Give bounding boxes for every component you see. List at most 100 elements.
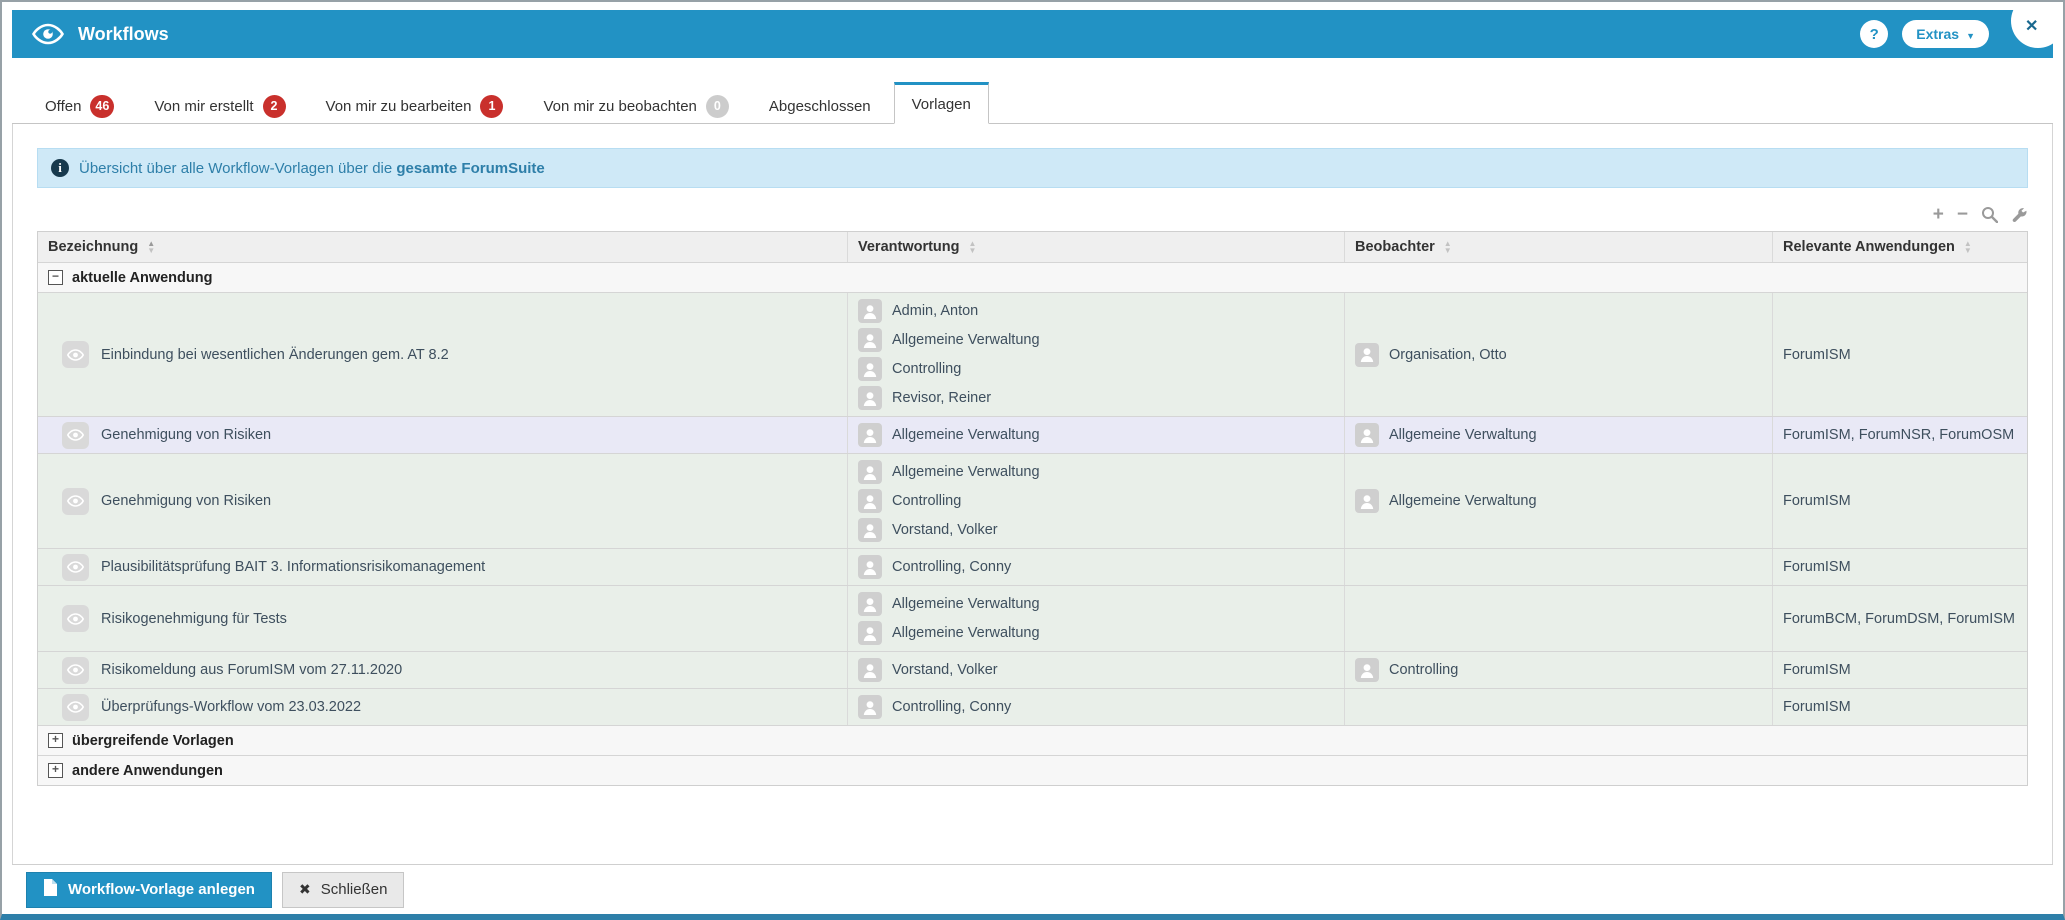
count-badge: 2 <box>262 94 286 118</box>
person-icon <box>1355 423 1379 447</box>
count-badge: 0 <box>705 94 729 118</box>
table-row[interactable]: Einbindung bei wesentlichen Änderungen g… <box>38 293 2027 417</box>
info-icon <box>51 159 69 177</box>
tab-bar: Offen 46 Von mir erstellt 2 Von mir zu b… <box>12 82 2053 124</box>
group-label: aktuelle Anwendung <box>72 269 213 286</box>
person-entry: Controlling, Conny <box>858 694 1334 720</box>
extras-button[interactable]: Extras <box>1902 20 1989 48</box>
person-icon <box>858 592 882 616</box>
relevant-apps: ForumISM <box>1783 662 1851 678</box>
plus-icon[interactable] <box>1933 206 1944 223</box>
expand-icon[interactable] <box>48 763 63 778</box>
column-header-bezeichnung[interactable]: Bezeichnung <box>38 232 848 262</box>
table-row[interactable]: Plausibilitätsprüfung BAIT 3. Informatio… <box>38 549 2027 586</box>
person-icon <box>858 555 882 579</box>
person-icon <box>858 695 882 719</box>
group-label: übergreifende Vorlagen <box>72 732 234 749</box>
group-row-andere-anwendungen[interactable]: andere Anwendungen <box>38 756 2027 785</box>
help-button[interactable]: ? <box>1860 20 1889 48</box>
person-icon <box>1355 342 1379 367</box>
tab-label: Von mir zu bearbeiten <box>325 97 472 115</box>
workflow-eye-icon <box>62 487 89 515</box>
workflow-eye-icon <box>62 656 89 684</box>
tab-content-panel: Übersicht über alle Workflow-Vorlagen üb… <box>12 124 2053 864</box>
close-dialog-button[interactable]: Schließen <box>281 871 405 908</box>
person-icon <box>858 460 882 484</box>
tab-offen[interactable]: Offen 46 <box>28 89 131 123</box>
sort-icon[interactable] <box>1964 240 1972 254</box>
collapse-icon[interactable] <box>48 270 63 285</box>
person-entry: Organisation, Otto <box>1355 342 1762 368</box>
person-entry: Allgemeine Verwaltung <box>858 459 1334 485</box>
close-icon <box>299 881 311 898</box>
person-entry: Allgemeine Verwaltung <box>858 327 1334 353</box>
person-icon <box>858 621 882 645</box>
tab-label: Von mir erstellt <box>154 97 254 115</box>
group-row-uebergreifende-vorlagen[interactable]: übergreifende Vorlagen <box>38 726 2027 756</box>
close-icon: ✕ <box>2025 18 2039 35</box>
table-row[interactable]: Risikomeldung aus ForumISM vom 27.11.202… <box>38 652 2027 689</box>
person-entry: Allgemeine Verwaltung <box>1355 488 1762 514</box>
workflow-eye-icon <box>62 605 89 632</box>
table-header-row: Bezeichnung Verantwortung Beobachter Rel… <box>38 232 2027 263</box>
table-row[interactable]: Risikogenehmigung für Tests Allgemeine V… <box>38 586 2027 652</box>
person-entry: Allgemeine Verwaltung <box>858 591 1334 617</box>
expand-icon[interactable] <box>48 733 63 748</box>
relevant-apps: ForumISM <box>1783 559 1851 575</box>
tab-vorlagen[interactable]: Vorlagen <box>893 82 989 124</box>
relevant-apps: ForumISM, ForumNSR, ForumOSM <box>1783 427 2015 443</box>
title-bar: Workflows ? Extras ✕ <box>12 2 2063 58</box>
workflow-title: Genehmigung von Risiken <box>101 493 272 509</box>
table-row[interactable]: Genehmigung von Risiken Allgemeine Verwa… <box>38 417 2027 454</box>
count-badge: 1 <box>480 94 504 118</box>
relevant-apps: ForumISM <box>1783 493 1851 509</box>
column-header-beobachter[interactable]: Beobachter <box>1345 232 1773 262</box>
person-entry: Allgemeine Verwaltung <box>1355 422 1762 448</box>
person-icon <box>858 518 882 542</box>
person-entry: Controlling <box>1355 657 1762 683</box>
table-row[interactable]: Genehmigung von Risiken Allgemeine Verwa… <box>38 454 2027 549</box>
tab-abgeschlossen[interactable]: Abgeschlossen <box>752 89 888 123</box>
tab-von-mir-erstellt[interactable]: Von mir erstellt 2 <box>137 89 302 123</box>
sort-icon[interactable] <box>969 240 977 254</box>
group-label: andere Anwendungen <box>72 762 223 779</box>
person-entry: Controlling <box>858 488 1334 514</box>
workflow-eye-icon <box>62 421 89 449</box>
minus-icon[interactable] <box>1957 206 1968 223</box>
wrench-icon[interactable] <box>2011 206 2028 223</box>
person-icon <box>858 423 882 447</box>
tab-von-mir-zu-beobachten[interactable]: Von mir zu beobachten 0 <box>526 89 745 123</box>
workflow-eye-icon <box>62 553 89 581</box>
page-title: Workflows <box>78 23 169 44</box>
column-header-verantwortung[interactable]: Verantwortung <box>848 232 1345 262</box>
titlebar-actions: ? Extras <box>1860 20 1989 48</box>
person-icon <box>858 299 882 323</box>
person-icon <box>858 357 882 381</box>
info-banner: Übersicht über alle Workflow-Vorlagen üb… <box>37 148 2028 188</box>
person-entry: Allgemeine Verwaltung <box>858 422 1334 448</box>
close-button[interactable]: ✕ <box>2011 2 2063 48</box>
sort-icon[interactable] <box>1444 240 1452 254</box>
workflow-title: Risikogenehmigung für Tests <box>101 610 287 627</box>
tab-label: Von mir zu beobachten <box>543 97 697 115</box>
column-header-relevante-anwendungen[interactable]: Relevante Anwendungen <box>1773 232 2027 262</box>
table-row[interactable]: Überprüfungs-Workflow vom 23.03.2022 Con… <box>38 689 2027 726</box>
workflow-eye-icon <box>62 341 89 368</box>
count-badge: 46 <box>90 94 115 118</box>
info-text: Übersicht über alle Workflow-Vorlagen üb… <box>79 159 545 177</box>
sort-icon[interactable] <box>147 240 155 254</box>
search-icon[interactable] <box>1981 206 1998 223</box>
document-icon <box>43 878 58 901</box>
workflow-title: Genehmigung von Risiken <box>101 427 272 443</box>
person-entry: Controlling <box>858 356 1334 382</box>
relevant-apps: ForumBCM, ForumDSM, ForumISM <box>1783 610 2016 627</box>
chevron-down-icon <box>1966 26 1975 42</box>
workflow-title: Risikomeldung aus ForumISM vom 27.11.202… <box>101 662 403 678</box>
create-template-button[interactable]: Workflow-Vorlage anlegen <box>26 871 272 908</box>
table-toolbar <box>37 206 2028 223</box>
tab-von-mir-zu-bearbeiten[interactable]: Von mir zu bearbeiten 1 <box>309 89 521 123</box>
person-entry: Revisor, Reiner <box>858 385 1334 411</box>
group-row-aktuelle-anwendung[interactable]: aktuelle Anwendung <box>38 263 2027 293</box>
relevant-apps: ForumISM <box>1783 346 1851 363</box>
person-icon <box>1355 658 1379 682</box>
